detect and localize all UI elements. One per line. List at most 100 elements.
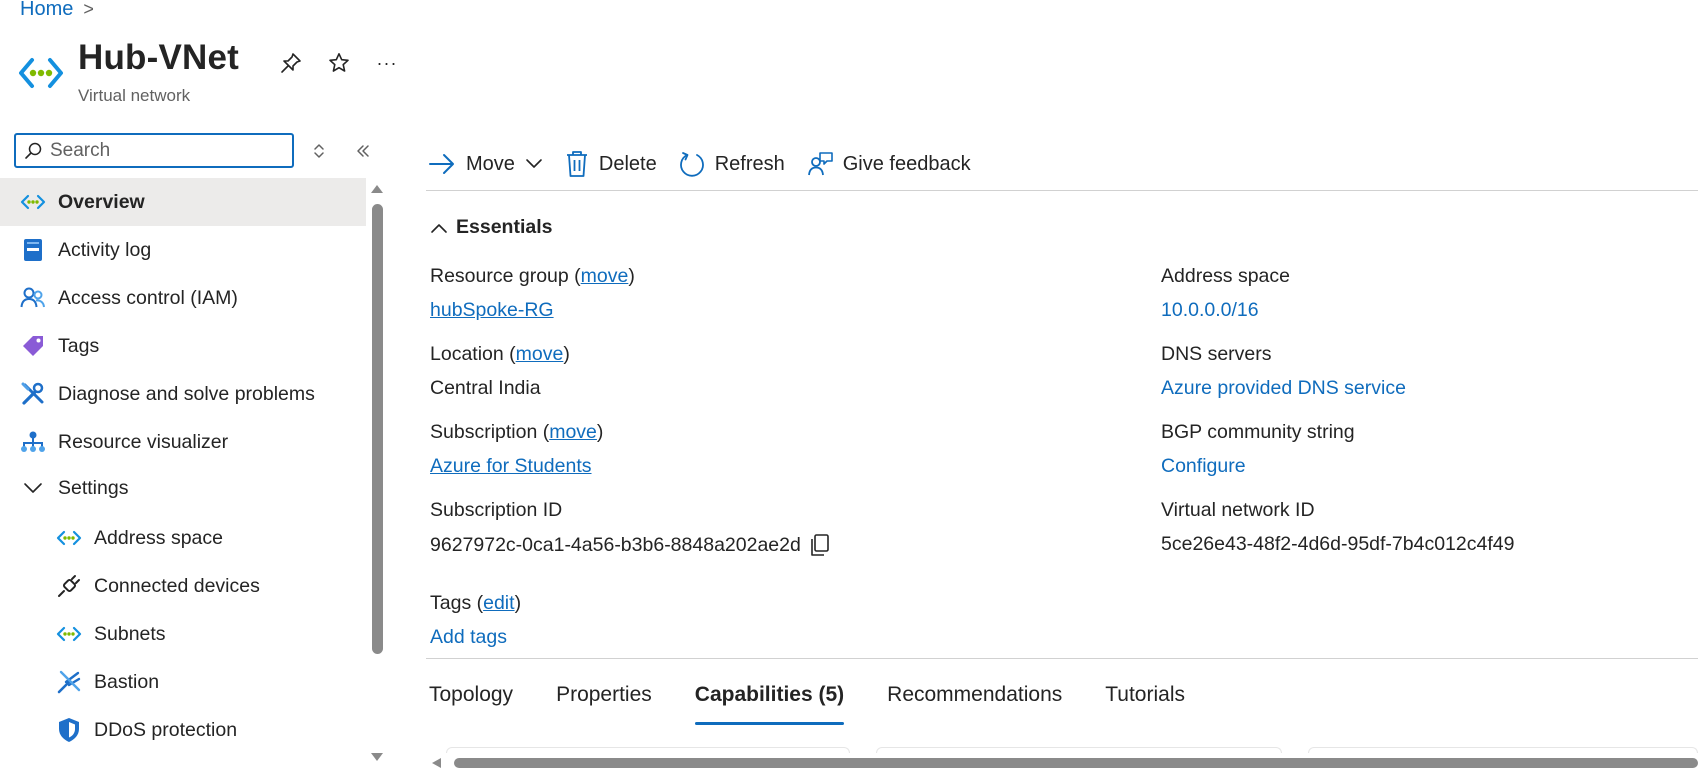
wrench-icon <box>20 381 46 407</box>
sidebar-item-label: Address space <box>94 526 223 549</box>
sidebar-item-bastion[interactable]: Bastion <box>0 658 366 706</box>
essentials-divider <box>426 658 1698 659</box>
sidebar-item-label: DDoS protection <box>94 718 238 741</box>
search-field[interactable] <box>14 133 294 168</box>
pin-button[interactable] <box>276 48 306 78</box>
tab-properties[interactable]: Properties <box>556 683 652 723</box>
scroll-up-arrow-icon[interactable] <box>370 184 384 194</box>
resource-group-move-link[interactable]: move <box>581 265 629 287</box>
sidebar-item-label: Settings <box>58 476 129 499</box>
sidebar-item-activity-log[interactable]: Activity log <box>0 226 366 274</box>
sidebar-item-access-control[interactable]: Access control (IAM) <box>0 274 366 322</box>
address-space-link[interactable]: 10.0.0.0/16 <box>1161 299 1259 322</box>
tags-edit-link[interactable]: edit <box>483 592 514 614</box>
capability-card[interactable] <box>876 747 1282 753</box>
sidebar-item-label: Bastion <box>94 670 160 693</box>
sidebar-scrollbar[interactable] <box>367 178 387 768</box>
sidebar-item-resource-visualizer[interactable]: Resource visualizer <box>0 418 366 466</box>
hierarchy-icon <box>20 429 46 455</box>
sidebar-item-ddos-protection[interactable]: DDoS protection <box>0 706 366 754</box>
subscription-label: Subscription (move) <box>430 421 604 443</box>
horizontal-scrollbar[interactable] <box>430 758 1698 768</box>
essentials-toggle[interactable]: Essentials <box>430 216 552 239</box>
add-tags-link[interactable]: Add tags <box>430 626 507 649</box>
feedback-icon <box>807 152 833 176</box>
sidebar-item-label: Subnets <box>94 622 166 645</box>
move-button[interactable]: Move <box>428 152 543 176</box>
collapse-sidebar-button[interactable] <box>350 138 376 164</box>
sidebar-item-address-space[interactable]: Address space <box>0 514 366 562</box>
plug-icon <box>56 573 82 599</box>
refresh-button[interactable]: Refresh <box>679 151 785 177</box>
tab-topology[interactable]: Topology <box>429 683 513 723</box>
breadcrumb-home-link[interactable]: Home <box>20 0 73 21</box>
breadcrumb: Home > <box>20 0 94 21</box>
page-subtitle: Virtual network <box>78 86 191 105</box>
refresh-label: Refresh <box>714 152 785 175</box>
sidebar-group-settings[interactable]: Settings <box>0 466 366 510</box>
sidebar-item-subnets[interactable]: Subnets <box>0 610 366 658</box>
give-feedback-label: Give feedback <box>842 152 971 175</box>
sort-icon <box>314 144 324 158</box>
location-value: Central India <box>430 377 541 399</box>
delete-button[interactable]: Delete <box>565 150 657 178</box>
subscription-id-row: 9627972c-0ca1-4a56-b3b6-8848a202ae2d <box>430 533 831 557</box>
delete-label: Delete <box>598 152 657 175</box>
search-input[interactable] <box>50 139 280 162</box>
sidebar-item-connected-devices[interactable]: Connected devices <box>0 562 366 610</box>
sidebar-item-label: Diagnose and solve problems <box>58 382 315 405</box>
scrollbar-thumb[interactable] <box>454 758 1698 768</box>
tab-tutorials[interactable]: Tutorials <box>1105 683 1185 723</box>
resource-group-label: Resource group (move) <box>430 265 635 287</box>
tab-recommendations[interactable]: Recommendations <box>887 683 1062 723</box>
sidebar-item-tags[interactable]: Tags <box>0 322 366 370</box>
virtual-network-icon <box>56 621 82 647</box>
vnet-id-label: Virtual network ID <box>1161 499 1315 521</box>
location-label: Location (move) <box>430 343 570 365</box>
sidebar-item-label: Tags <box>58 334 100 357</box>
favorite-button[interactable] <box>324 48 354 78</box>
subscription-link[interactable]: Azure for Students <box>430 455 592 478</box>
command-bar: Move Delete Refresh Give feedback <box>428 146 993 182</box>
shield-icon <box>56 717 82 743</box>
sidebar-item-overview[interactable]: Overview <box>0 178 366 226</box>
sidebar-item-label: Connected devices <box>94 574 260 597</box>
double-chevron-left-icon <box>357 145 369 157</box>
search-icon <box>25 142 42 159</box>
bgp-configure-link[interactable]: Configure <box>1161 455 1246 478</box>
bgp-label: BGP community string <box>1161 421 1355 443</box>
more-options-button[interactable]: ··· <box>372 48 402 78</box>
toolbar-divider <box>426 190 1698 191</box>
give-feedback-button[interactable]: Give feedback <box>807 151 971 177</box>
capability-card[interactable] <box>1308 747 1698 753</box>
vnet-id-value: 5ce26e43-48f2-4d6d-95df-7b4c012c4f49 <box>1161 533 1515 555</box>
sidebar-item-label: Activity log <box>58 238 152 261</box>
resource-group-link[interactable]: hubSpoke-RG <box>430 299 554 322</box>
tag-icon <box>20 333 46 359</box>
breadcrumb-separator: > <box>83 0 94 19</box>
scrollbar-thumb[interactable] <box>372 204 383 654</box>
copy-icon[interactable] <box>809 533 831 557</box>
scroll-left-arrow-icon[interactable] <box>430 758 442 768</box>
essentials-title: Essentials <box>456 216 553 238</box>
people-icon <box>20 285 46 311</box>
chevron-up-icon <box>431 223 447 233</box>
move-label: Move <box>466 152 515 175</box>
sort-toggle-button[interactable] <box>306 138 332 164</box>
scroll-down-arrow-icon[interactable] <box>370 752 384 762</box>
activity-log-icon <box>20 237 46 263</box>
subscription-id-label: Subscription ID <box>430 499 563 521</box>
sidebar-item-label: Overview <box>58 190 145 213</box>
tab-capabilities[interactable]: Capabilities (5) <box>694 683 845 725</box>
chevron-down-icon <box>526 159 542 168</box>
tags-label: Tags (edit) <box>430 592 522 614</box>
sidebar-item-diagnose[interactable]: Diagnose and solve problems <box>0 370 366 418</box>
overview-tabs: Topology Properties Capabilities (5) Rec… <box>429 683 1228 725</box>
virtual-network-icon <box>56 525 82 551</box>
location-move-link[interactable]: move <box>516 343 564 365</box>
dns-servers-link[interactable]: Azure provided DNS service <box>1161 377 1406 400</box>
capability-card[interactable] <box>446 747 850 753</box>
bastion-icon <box>56 669 82 695</box>
subscription-move-link[interactable]: move <box>549 421 597 443</box>
virtual-network-icon <box>20 189 46 215</box>
